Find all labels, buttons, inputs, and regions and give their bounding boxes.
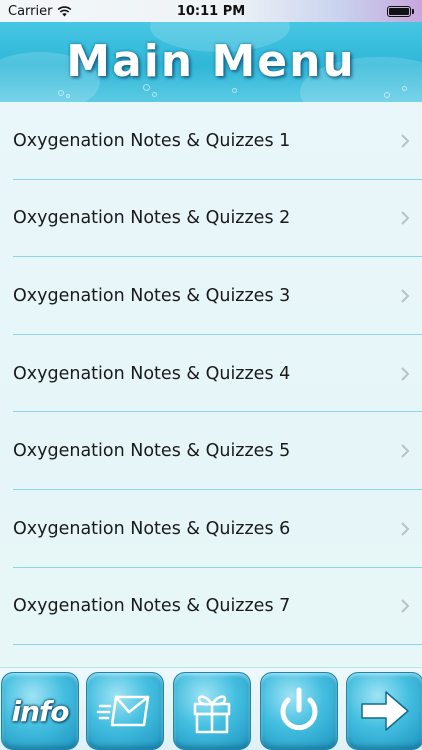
next-button[interactable]: [346, 672, 422, 750]
menu-item-3[interactable]: Oxygenation Notes & Quizzes 3: [0, 257, 422, 335]
menu-item-5[interactable]: Oxygenation Notes & Quizzes 5: [0, 412, 422, 490]
menu-item-label: Oxygenation Notes & Quizzes 7: [13, 596, 291, 617]
page-title: Main Menu: [66, 36, 356, 87]
gift-button[interactable]: [173, 672, 251, 750]
menu-item-1[interactable]: Oxygenation Notes & Quizzes 1: [0, 102, 422, 180]
chevron-right-icon: [401, 289, 410, 303]
menu-item-6[interactable]: Oxygenation Notes & Quizzes 6: [0, 490, 422, 568]
menu-item-2[interactable]: Oxygenation Notes & Quizzes 2: [0, 180, 422, 258]
chevron-right-icon: [401, 366, 410, 381]
menu-list: Oxygenation Notes & Quizzes 1 Oxygenatio…: [0, 102, 422, 645]
carrier-label: Carrier: [8, 3, 53, 19]
arrow-right-icon: [361, 691, 409, 731]
header-banner: Main Menu: [0, 22, 422, 102]
menu-item-label: Oxygenation Notes & Quizzes 5: [13, 441, 291, 462]
gift-icon: [193, 695, 231, 734]
status-left: Carrier: [8, 4, 72, 19]
menu-item-label: Oxygenation Notes & Quizzes 4: [13, 363, 291, 384]
status-bar: Carrier 10:11 PM: [0, 0, 422, 22]
power-button[interactable]: [260, 672, 338, 750]
menu-item-label: Oxygenation Notes & Quizzes 3: [13, 285, 291, 306]
info-button[interactable]: info: [1, 672, 79, 750]
chevron-right-icon: [401, 522, 410, 536]
wifi-icon: [58, 5, 72, 16]
menu-item-label: Oxygenation Notes & Quizzes 6: [13, 518, 291, 539]
menu-item-4[interactable]: Oxygenation Notes & Quizzes 4: [0, 335, 422, 413]
info-icon: info: [11, 694, 70, 728]
email-icon: [96, 695, 150, 727]
chevron-right-icon: [401, 444, 410, 458]
menu-item-label: Oxygenation Notes & Quizzes 1: [13, 130, 291, 151]
chevron-right-icon: [401, 211, 410, 226]
menu-item-label: Oxygenation Notes & Quizzes 2: [13, 208, 291, 229]
power-icon: [280, 687, 318, 731]
menu-item-7[interactable]: Oxygenation Notes & Quizzes 7: [0, 568, 422, 646]
email-button[interactable]: [86, 672, 164, 750]
battery-icon: [387, 5, 414, 17]
chevron-right-icon: [401, 599, 410, 614]
chevron-right-icon: [401, 134, 410, 148]
bottom-toolbar: info: [0, 667, 422, 750]
